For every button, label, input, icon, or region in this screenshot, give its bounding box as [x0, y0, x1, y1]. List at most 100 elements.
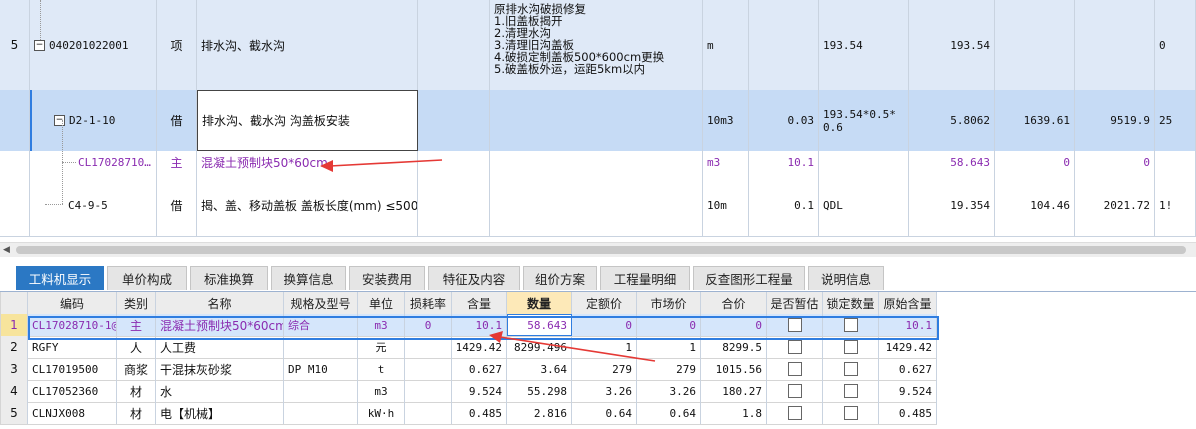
tab-install-fee[interactable]: 安装费用 — [349, 266, 425, 290]
provisional-checkbox[interactable] — [787, 362, 802, 376]
table-row[interactable]: C4-9-5 借 揭、盖、移动盖板 盖板长度(mm) ≤500 10m 0.1 … — [0, 174, 1196, 237]
cell-spec[interactable] — [284, 402, 358, 424]
cell-code[interactable]: RGFY — [28, 336, 117, 358]
cell-content[interactable]: 0.485 — [452, 402, 507, 424]
cell-code[interactable]: CL17019500 — [28, 358, 117, 380]
cell-qty[interactable]: 55.298 — [507, 380, 572, 402]
col-lock-qty[interactable]: 锁定数量 — [823, 292, 879, 314]
cell-spec[interactable]: DP M10 — [284, 358, 358, 380]
item-name[interactable]: 混凝土预制块50*60cm — [197, 151, 418, 174]
cell-quota[interactable]: 3.26 — [572, 380, 637, 402]
cell-orig[interactable]: 0.627 — [879, 358, 937, 380]
cell-content[interactable]: 1429.42 — [452, 336, 507, 358]
col-unit[interactable]: 单位 — [358, 292, 405, 314]
item-code[interactable]: CL17028710… — [30, 151, 157, 174]
provisional-checkbox[interactable] — [787, 384, 802, 398]
cell-quota[interactable]: 279 — [572, 358, 637, 380]
item-name[interactable]: 排水沟、截水沟 — [197, 0, 418, 90]
cell-loss[interactable] — [405, 380, 452, 402]
cell-total[interactable]: 8299.5 — [701, 336, 767, 358]
collapse-icon[interactable]: − — [34, 39, 45, 51]
col-market-price[interactable]: 市场价 — [637, 292, 701, 314]
cell-name[interactable]: 人工费 — [156, 336, 284, 358]
table-row[interactable]: 3 CL17019500 商浆 干混抹灰砂浆 DP M10 t 0.627 3.64 279 27… — [0, 358, 937, 381]
cell-name[interactable]: 电【机械】 — [156, 402, 284, 424]
lock-qty-checkbox[interactable] — [843, 340, 858, 354]
lock-qty-checkbox[interactable] — [843, 384, 858, 398]
cell-spec[interactable] — [284, 380, 358, 402]
cell-unit[interactable]: m3 — [358, 380, 405, 402]
cell-spec[interactable] — [284, 336, 358, 358]
row-number[interactable]: 1 — [0, 314, 28, 336]
col-original-content[interactable]: 原始含量 — [879, 292, 937, 314]
cell-name[interactable]: 干混抹灰砂浆 — [156, 358, 284, 380]
cell-market[interactable]: 0.64 — [637, 402, 701, 424]
col-content[interactable]: 含量 — [452, 292, 507, 314]
cell-orig[interactable]: 9.524 — [879, 380, 937, 402]
cell-loss[interactable] — [405, 336, 452, 358]
row-number[interactable]: 5 — [0, 402, 28, 424]
cell-type[interactable]: 主 — [117, 314, 156, 336]
tab-standard-conversion[interactable]: 标准换算 — [190, 266, 268, 290]
item-expression[interactable]: 193.54 — [819, 0, 909, 90]
scrollbar-thumb[interactable] — [16, 246, 1186, 254]
table-row[interactable]: 1 CL17028710-1@2 主混凝土预制块50*60cm 综合 m3 0 10.1 58… — [0, 314, 937, 337]
cell-quota[interactable]: 0 — [572, 314, 637, 336]
provisional-checkbox[interactable] — [787, 406, 802, 420]
cell-name[interactable]: 水 — [156, 380, 284, 402]
table-row[interactable]: 5 − 040201022001 项 排水沟、截水沟 原排水沟破损修复 1.旧盖… — [0, 0, 1196, 91]
item-code[interactable]: − D2-1-10 — [30, 90, 157, 151]
cell-orig[interactable]: 10.1 — [879, 314, 937, 336]
cell-content[interactable]: 9.524 — [452, 380, 507, 402]
cell-code[interactable]: CLNJX008 — [28, 402, 117, 424]
item-description[interactable]: 原排水沟破损修复 1.旧盖板揭开 2.清理水沟 3.清理旧沟盖板 4.破损定制盖… — [490, 0, 703, 90]
cell-loss[interactable] — [405, 402, 452, 424]
tab-features[interactable]: 特征及内容 — [428, 266, 520, 290]
cell-orig[interactable]: 0.485 — [879, 402, 937, 424]
cell-code[interactable]: CL17028710-1@2 — [28, 314, 117, 336]
tab-quantity-detail[interactable]: 工程量明细 — [600, 266, 690, 290]
cell-spec[interactable]: 综合 — [284, 314, 358, 336]
row-number[interactable]: 2 — [0, 336, 28, 358]
tab-labor-material-machine[interactable]: 工料机显示 — [16, 266, 104, 290]
col-quantity[interactable]: 数量 — [507, 292, 572, 314]
cell-qty[interactable]: 3.64 — [507, 358, 572, 380]
cell-code[interactable]: CL17052360 — [28, 380, 117, 402]
lock-qty-checkbox[interactable] — [843, 362, 858, 376]
cell-total[interactable]: 1015.56 — [701, 358, 767, 380]
cell-qty[interactable]: 8299.496 — [507, 336, 572, 358]
cell-market[interactable]: 0 — [637, 314, 701, 336]
cell-qty[interactable]: 58.643 — [507, 314, 572, 336]
tab-unit-price[interactable]: 单价构成 — [107, 266, 187, 290]
cell-market[interactable]: 279 — [637, 358, 701, 380]
row-number[interactable]: 4 — [0, 380, 28, 402]
item-name-editor[interactable]: 排水沟、截水沟 沟盖板安装 — [197, 90, 418, 151]
cell-unit[interactable]: kW·h — [358, 402, 405, 424]
provisional-checkbox[interactable] — [787, 318, 802, 332]
col-spec[interactable]: 规格及型号 — [284, 292, 358, 314]
cell-content[interactable]: 0.627 — [452, 358, 507, 380]
col-type[interactable]: 类别 — [117, 292, 156, 314]
tab-graphic-quantity[interactable]: 反查图形工程量 — [693, 266, 805, 290]
col-loss-rate[interactable]: 损耗率 — [405, 292, 452, 314]
lock-qty-checkbox[interactable] — [843, 318, 858, 332]
table-row[interactable]: 4 CL17052360 材水 m3 9.524 55.298 3.26 3.26 180.27… — [0, 380, 937, 403]
horizontal-scrollbar[interactable]: ◀ — [0, 242, 1196, 257]
cell-loss[interactable]: 0 — [405, 314, 452, 336]
cell-market[interactable]: 3.26 — [637, 380, 701, 402]
item-name[interactable]: 揭、盖、移动盖板 盖板长度(mm) ≤500 — [197, 174, 418, 236]
tab-pricing-plan[interactable]: 组价方案 — [523, 266, 597, 290]
cell-market[interactable]: 1 — [637, 336, 701, 358]
item-expression[interactable]: 193.54*0.5*0.6 — [819, 90, 909, 151]
table-row[interactable]: 2 RGFY 人人工费元 1429.42 8299.496 1 1 8299.5 1429.42 — [0, 336, 937, 359]
row-number[interactable]: 3 — [0, 358, 28, 380]
lock-qty-checkbox[interactable] — [843, 406, 858, 420]
tab-description[interactable]: 说明信息 — [808, 266, 884, 290]
cell-quota[interactable]: 0.64 — [572, 402, 637, 424]
cell-total[interactable]: 1.8 — [701, 402, 767, 424]
cell-quota[interactable]: 1 — [572, 336, 637, 358]
col-name[interactable]: 名称 — [156, 292, 284, 314]
provisional-checkbox[interactable] — [787, 340, 802, 354]
cell-type[interactable]: 人 — [117, 336, 156, 358]
cell-type[interactable]: 材 — [117, 402, 156, 424]
